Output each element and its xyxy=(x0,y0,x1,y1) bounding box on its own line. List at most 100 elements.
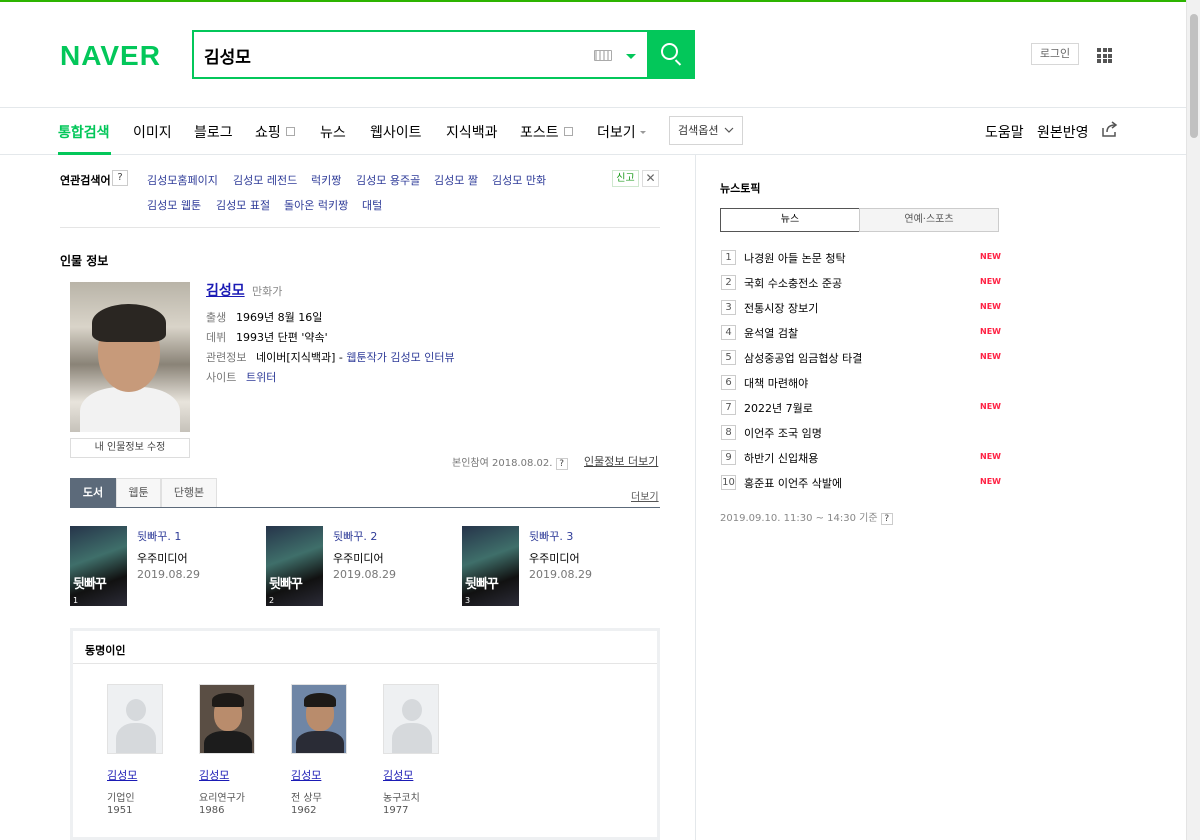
birth-label: 출생 xyxy=(206,311,227,324)
namesake-year: 1951 xyxy=(107,805,133,816)
topic-rank: 7 xyxy=(721,400,736,415)
topic-link[interactable]: 하반기 신입채용 xyxy=(744,450,818,466)
tab-books[interactable]: 도서 xyxy=(70,478,116,507)
related-term[interactable]: 김성모 만화 xyxy=(492,172,546,188)
avatar[interactable] xyxy=(383,684,439,754)
tab-images[interactable]: 이미지 xyxy=(133,122,172,142)
debut-value: 1993년 단편 '약속' xyxy=(236,331,328,344)
search-button[interactable] xyxy=(647,30,695,79)
books-more-link[interactable]: 더보기 xyxy=(631,488,659,503)
namesake-name-link[interactable]: 김성모 xyxy=(199,767,229,783)
twitter-link[interactable]: 트위터 xyxy=(246,369,276,385)
tab-websites[interactable]: 웹사이트 xyxy=(370,122,422,142)
tab-webtoon[interactable]: 웹툰 xyxy=(116,478,161,507)
news-topic-title: 뉴스토픽 xyxy=(720,182,761,195)
scrollbar[interactable] xyxy=(1186,0,1200,840)
book-title-link[interactable]: 뒷빠꾸. 1 xyxy=(137,528,181,544)
close-icon[interactable]: ✕ xyxy=(642,170,659,187)
search-option-button[interactable]: 검색옵션 xyxy=(669,116,743,145)
topic-rank: 4 xyxy=(721,325,736,340)
related-term[interactable]: 돌아온 럭키짱 xyxy=(284,197,348,213)
tab-news[interactable]: 뉴스 xyxy=(320,122,346,142)
new-badge: NEW xyxy=(980,452,1001,461)
namesake-name-link[interactable]: 김성모 xyxy=(107,767,137,783)
book-cover[interactable]: 뒷빠꾸 2 xyxy=(266,526,323,606)
topic-link[interactable]: 국회 수소충전소 준공 xyxy=(744,275,842,291)
help-link[interactable]: 도움말 xyxy=(985,122,1024,142)
login-button[interactable]: 로그인 xyxy=(1031,43,1079,65)
help-icon[interactable]: ? xyxy=(555,458,568,470)
namesakes-panel: 동명이인 김성모 기업인 1951 김성모 요리연구가 1986 김성모 전 상… xyxy=(70,628,660,840)
scrollbar-thumb[interactable] xyxy=(1190,14,1198,138)
topic-link[interactable]: 이언주 조국 임명 xyxy=(744,425,822,441)
new-badge: NEW xyxy=(980,352,1001,361)
related-term[interactable]: 김성모 표절 xyxy=(216,197,270,213)
related-term[interactable]: 김성모홈페이지 xyxy=(147,172,218,188)
topic-rank: 1 xyxy=(721,250,736,265)
edit-profile-button[interactable]: 내 인물정보 수정 xyxy=(70,438,190,458)
dropdown-arrow-icon[interactable] xyxy=(626,54,636,59)
avatar[interactable] xyxy=(107,684,163,754)
profile-photo[interactable] xyxy=(70,282,190,432)
namesake-name-link[interactable]: 김성모 xyxy=(383,767,413,783)
book-publisher: 우주미디어 xyxy=(333,552,384,565)
share-icon[interactable] xyxy=(1101,121,1118,138)
namesakes-title: 동명이인 xyxy=(85,644,126,657)
interview-link[interactable]: 웹툰작가 김성모 인터뷰 xyxy=(346,351,454,364)
tab-news-topic[interactable]: 뉴스 xyxy=(720,208,860,232)
topic-link[interactable]: 윤석열 검찰 xyxy=(744,325,798,341)
help-icon[interactable]: ? xyxy=(880,513,893,525)
help-icon[interactable]: ? xyxy=(112,170,128,186)
divider xyxy=(70,507,660,508)
related-term[interactable]: 김성모 레전드 xyxy=(233,172,297,188)
person-name-link[interactable]: 김성모 xyxy=(206,280,245,300)
topic-link[interactable]: 홍준표 이언주 삭발에 xyxy=(744,475,842,491)
apps-grid-icon[interactable] xyxy=(1097,48,1112,63)
tab-blog[interactable]: 블로그 xyxy=(194,122,233,142)
topic-link[interactable]: 나경원 아들 논문 청탁 xyxy=(744,250,846,266)
topic-link[interactable]: 2022년 7월로 xyxy=(744,400,813,416)
related-term[interactable]: 김성모 짤 xyxy=(434,172,478,188)
namesake-year: 1977 xyxy=(383,805,409,816)
topic-link[interactable]: 전통시장 장보기 xyxy=(744,300,818,316)
avatar[interactable] xyxy=(291,684,347,754)
book-publisher: 우주미디어 xyxy=(529,552,580,565)
tab-volumes[interactable]: 단행본 xyxy=(161,478,217,507)
tab-more[interactable]: 더보기 xyxy=(597,122,646,142)
tab-integrated[interactable]: 통합검색 xyxy=(58,122,110,142)
naver-logo[interactable]: NAVER xyxy=(60,40,161,72)
topic-rank: 10 xyxy=(721,475,736,490)
report-button[interactable]: 신고 xyxy=(612,170,639,187)
more-person-info-link[interactable]: 인물정보 더보기 xyxy=(584,453,658,469)
topic-link[interactable]: 대책 마련해야 xyxy=(744,375,808,391)
tab-entertainment-sports[interactable]: 연예·스포츠 xyxy=(859,208,999,232)
search-input[interactable] xyxy=(204,42,574,68)
topic-rank: 6 xyxy=(721,375,736,390)
topic-rank: 9 xyxy=(721,450,736,465)
tab-post[interactable]: 포스트 xyxy=(520,122,573,142)
new-badge: NEW xyxy=(980,477,1001,486)
namesake-name-link[interactable]: 김성모 xyxy=(291,767,321,783)
avatar[interactable] xyxy=(199,684,255,754)
book-cover[interactable]: 뒷빠꾸 1 xyxy=(70,526,127,606)
new-badge: NEW xyxy=(980,402,1001,411)
new-badge: NEW xyxy=(980,327,1001,336)
original-link[interactable]: 원본반영 xyxy=(1037,122,1089,142)
topic-rank: 5 xyxy=(721,350,736,365)
header: NAVER 로그인 xyxy=(0,2,1186,108)
topic-link[interactable]: 삼성중공업 임금협상 타결 xyxy=(744,350,862,366)
book-title-link[interactable]: 뒷빠꾸. 3 xyxy=(529,528,573,544)
related-term[interactable]: 럭키짱 xyxy=(311,172,341,188)
related-term[interactable]: 김성모 용주골 xyxy=(356,172,420,188)
new-badge: NEW xyxy=(980,252,1001,261)
topic-rank: 3 xyxy=(721,300,736,315)
keyboard-icon[interactable] xyxy=(594,50,612,61)
related-term[interactable]: 김성모 웹툰 xyxy=(147,197,201,213)
book-title-link[interactable]: 뒷빠꾸. 2 xyxy=(333,528,377,544)
namesake-role: 기업인 xyxy=(107,793,135,804)
tab-encyclopedia[interactable]: 지식백과 xyxy=(446,122,498,142)
book-cover[interactable]: 뒷빠꾸 3 xyxy=(462,526,519,606)
new-badge: NEW xyxy=(980,302,1001,311)
tab-shopping[interactable]: 쇼핑 xyxy=(255,122,295,142)
related-term[interactable]: 대털 xyxy=(362,197,382,213)
